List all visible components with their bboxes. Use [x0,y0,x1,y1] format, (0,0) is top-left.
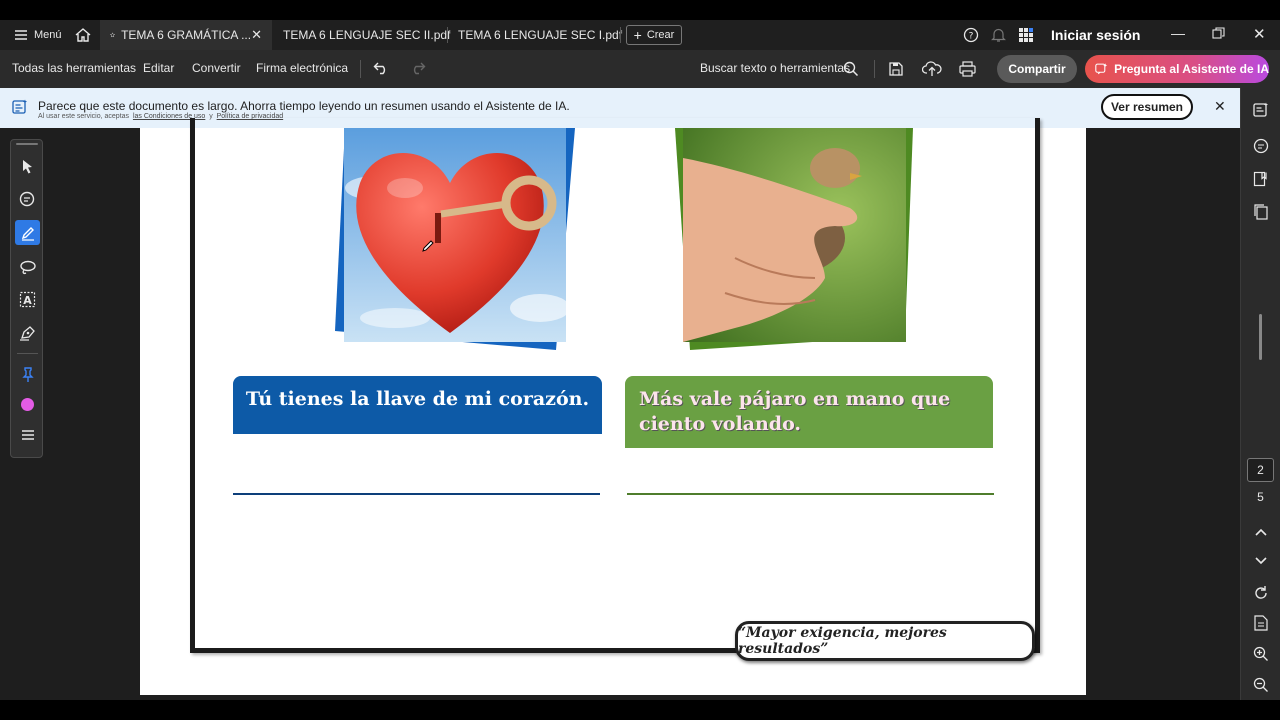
notifications-bell-icon[interactable] [991,27,1006,43]
menu-label: Menú [34,29,62,41]
highlighter-pen-icon [21,226,34,241]
hamburger-icon [15,30,27,40]
edit-menu[interactable]: Editar [143,61,174,75]
zoom-in-icon[interactable] [1250,643,1272,665]
pink-color-dot [21,398,34,411]
total-pages: 5 [1257,490,1264,504]
redo-icon[interactable] [409,61,426,75]
tab-lenguaje-sec-ii[interactable]: TEMA 6 LENGUAJE SEC II.pdf [273,20,460,50]
tab-tema6-gramatica[interactable]: TEMA 6 GRAMÁTICA ... ✕ [100,20,272,50]
svg-text:A: A [23,294,32,307]
current-page-input[interactable]: 2 [1247,458,1274,482]
screen-bottom-border [0,700,1280,720]
esign-menu[interactable]: Firma electrónica [256,61,348,75]
search-icon[interactable] [843,61,859,77]
pages-panel-icon[interactable] [1250,201,1272,223]
sign-tool-button[interactable] [15,320,40,345]
screen-top-border [0,0,1280,20]
main-toolbar: Todas las herramientas Editar Convertir … [0,50,1280,88]
restore-window-icon[interactable] [1212,27,1225,40]
apps-grid-icon[interactable] [1018,27,1034,43]
tab-label: TEMA 6 LENGUAJE SEC I.pdf [458,28,623,42]
pen-nib-icon [19,326,35,341]
legal-prefix: Al usar este servicio, aceptas [38,113,130,120]
signin-link[interactable]: Iniciar sesión [1051,27,1140,43]
banner-message: Parece que este documento es largo. Ahor… [38,99,570,113]
create-button[interactable]: + Crear [626,25,682,45]
more-tools-button[interactable] [15,422,40,447]
page-fit-icon[interactable] [1250,612,1272,634]
answer-line-right[interactable] [627,493,994,495]
hamburger-icon [21,429,34,440]
ai-summary-icon [12,99,28,115]
pdf-page: Tú tienes la llave de mi corazón. Más va… [140,118,1086,695]
motto-badge: “Mayor exigencia, mejores resultados” [735,621,1035,661]
tab-divider [620,27,621,43]
text-box-icon: A [19,291,36,308]
drag-handle[interactable] [16,143,38,145]
bookmarks-panel-icon[interactable] [1250,168,1272,190]
share-button[interactable]: Compartir [997,55,1077,83]
zoom-out-icon[interactable] [1250,674,1272,696]
home-icon [75,28,91,42]
close-tab-icon[interactable]: ✕ [251,27,262,43]
freehand-loop-icon [19,260,36,274]
minimize-icon[interactable]: — [1171,25,1185,41]
next-page-icon[interactable] [1250,550,1272,572]
help-icon[interactable]: ? [963,27,979,43]
comment-icon [19,191,34,207]
home-button[interactable] [64,20,102,50]
comments-panel-icon[interactable] [1250,135,1272,157]
ai-assistant-panel-icon[interactable] [1250,99,1272,121]
rotate-refresh-icon[interactable] [1250,582,1272,604]
answer-line-left[interactable] [233,493,600,495]
toolbar-divider [360,60,361,78]
tab-label: TEMA 6 LENGUAJE SEC II.pdf [283,28,451,42]
ai-assistant-button[interactable]: Pregunta al Asistente de IA [1085,55,1269,83]
tab-bar: Menú TEMA 6 GRAMÁTICA ... ✕ TEMA 6 LENGU… [0,20,1280,50]
right-rail: 2 5 [1240,88,1280,700]
svg-text:?: ? [969,32,974,42]
create-label: Crear [646,29,675,41]
heart-key-image [335,128,575,351]
convert-menu[interactable]: Convertir [192,61,241,75]
save-icon[interactable] [888,61,904,77]
print-icon[interactable] [959,61,976,77]
search-tools-field[interactable]: Buscar texto o herramientas [700,61,850,75]
color-picker-button[interactable] [15,392,40,417]
comment-tool-button[interactable] [15,187,40,212]
ai-assistant-label: Pregunta al Asistente de IA [1114,62,1269,76]
quick-tools-panel: A [10,139,43,458]
cursor-arrow-icon [22,159,32,173]
ai-sparkle-icon [1095,63,1108,75]
all-tools-menu[interactable]: Todas las herramientas [12,61,136,75]
plus-icon: + [633,27,642,43]
text-tool-button[interactable]: A [15,287,40,312]
highlight-tool-button[interactable] [15,220,40,245]
undo-icon[interactable] [373,61,390,75]
vertical-scrollbar-thumb[interactable] [1259,314,1262,360]
view-summary-button[interactable]: Ver resumen [1101,94,1193,120]
close-window-icon[interactable]: ✕ [1253,25,1266,43]
star-icon[interactable] [110,28,116,42]
caption-left: Tú tienes la llave de mi corazón. [245,388,590,410]
pin-icon [21,366,34,382]
tab-label: TEMA 6 GRAMÁTICA ... [121,28,252,42]
pen-cursor-icon [421,239,435,253]
cloud-upload-icon[interactable] [922,60,942,77]
tab-lenguaje-sec-i[interactable]: TEMA 6 LENGUAJE SEC I.pdf [448,20,632,50]
chick-in-hand-image [675,128,915,351]
menu-button[interactable]: Menú [4,20,72,50]
select-tool-button[interactable] [15,154,40,179]
previous-page-icon[interactable] [1250,521,1272,543]
draw-tool-button[interactable] [15,254,40,279]
tools-divider [17,353,38,354]
pin-tool-button[interactable] [15,362,40,387]
close-banner-icon[interactable]: ✕ [1214,98,1226,115]
toolbar-divider [874,60,875,78]
caption-right: Más vale pájaro en mano que ciento volan… [639,388,951,435]
